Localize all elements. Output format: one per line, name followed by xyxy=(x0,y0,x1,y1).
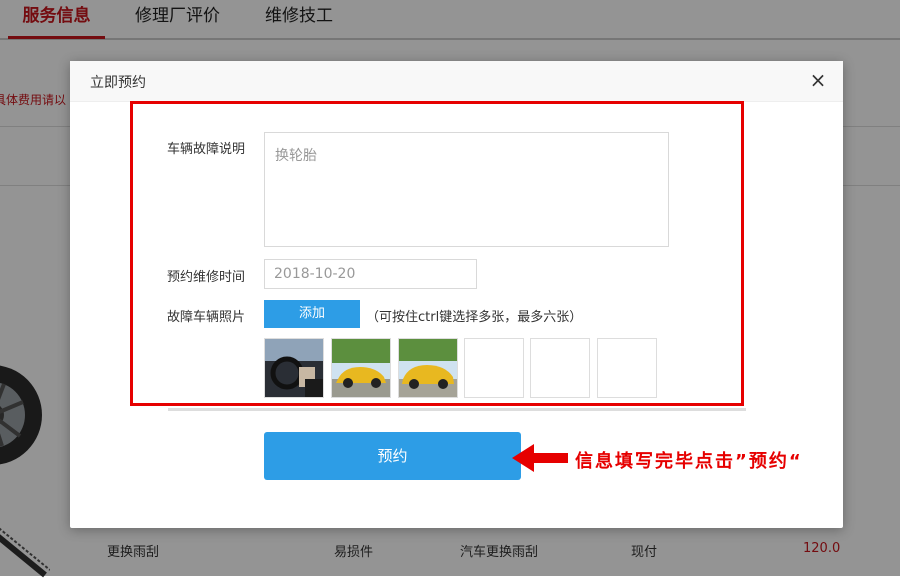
arrow-left-icon xyxy=(512,444,568,472)
dialog-header: 立即预约 × xyxy=(70,61,843,102)
close-icon[interactable]: × xyxy=(807,69,829,91)
dialog-title: 立即预约 xyxy=(90,75,146,91)
highlight-frame xyxy=(130,101,744,406)
submit-booking-button[interactable]: 预约 xyxy=(264,432,521,480)
form-divider xyxy=(168,408,746,411)
instruction-text: 信息填写完毕点击”预约“ xyxy=(575,451,803,472)
